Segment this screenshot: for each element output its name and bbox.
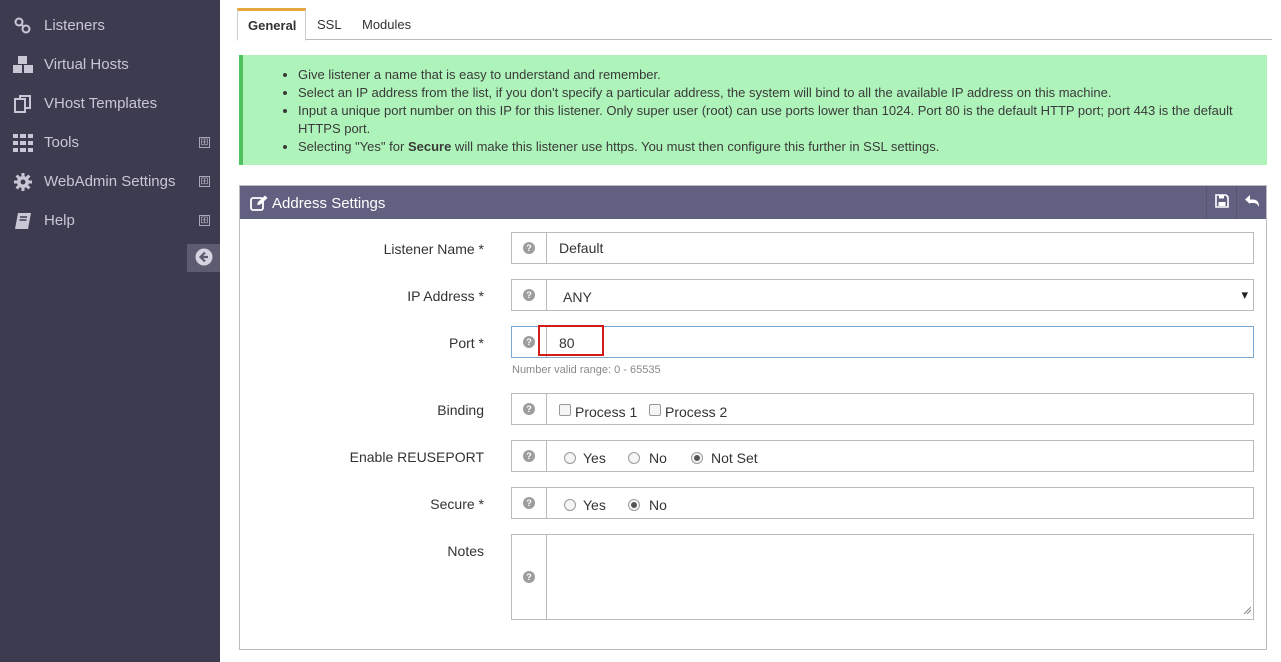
sidebar: Listeners Virtual Hosts VHost Templates … (0, 0, 220, 662)
info-item: Select an IP address from the list, if y… (298, 84, 1258, 102)
gear-icon (12, 171, 34, 193)
address-settings-panel: Address Settings Listener Name * ? Defau… (239, 185, 1267, 650)
radio-label: No (649, 450, 667, 466)
tab-label: General (248, 18, 297, 33)
radio-label: Yes (583, 450, 606, 466)
sidebar-item-label: Virtual Hosts (44, 56, 129, 73)
help-icon[interactable]: ? (512, 535, 547, 619)
sidebar-item-virtual-hosts[interactable]: Virtual Hosts (0, 45, 220, 84)
sidebar-item-label: Tools (44, 134, 80, 151)
checkbox-label: Process 1 (575, 404, 638, 420)
reuseport-field: ? Yes No Not Set (511, 440, 1254, 472)
tab-ssl[interactable]: SSL (317, 8, 342, 40)
expand-icon[interactable]: ⊞ (199, 215, 210, 226)
copy-icon (12, 93, 34, 115)
secure-label: Secure * (430, 496, 484, 512)
binding-label: Binding (437, 402, 484, 418)
binding-field: ? Process 1 Process 2 (511, 393, 1254, 425)
sidebar-item-label: VHost Templates (44, 95, 158, 112)
reuseport-no-radio[interactable] (628, 452, 640, 464)
help-icon[interactable]: ? (512, 233, 547, 263)
listener-name-field[interactable]: ? Default (511, 232, 1254, 264)
sidebar-collapse-button[interactable] (187, 244, 220, 272)
panel-title: Address Settings (272, 195, 386, 212)
info-item: Input a unique port number on this IP fo… (298, 102, 1258, 138)
ip-address-value: ANY (563, 289, 592, 305)
port-input[interactable]: ? 80 (511, 325, 1254, 358)
sidebar-item-vhost-templates[interactable]: VHost Templates (0, 84, 220, 123)
cubes-icon (12, 54, 34, 76)
notes-label: Notes (447, 543, 484, 559)
chevron-down-icon: ▾ (1241, 287, 1248, 302)
sidebar-item-webadmin-settings[interactable]: WebAdmin Settings ⊞ (0, 162, 220, 201)
tab-label: Modules (362, 16, 412, 32)
radio-label: No (649, 497, 667, 513)
highlight-box (538, 325, 604, 356)
info-box: Give listener a name that is easy to und… (239, 55, 1267, 165)
expand-icon[interactable]: ⊞ (199, 176, 210, 187)
save-icon (1214, 194, 1229, 211)
sidebar-item-label: Help (44, 212, 75, 229)
notes-textarea[interactable]: ? (511, 534, 1254, 620)
radio-label: Yes (583, 497, 606, 513)
book-icon (12, 210, 34, 232)
listener-name-value: Default (559, 240, 604, 256)
reuseport-label: Enable REUSEPORT (349, 449, 484, 465)
sidebar-item-listeners[interactable]: Listeners (0, 6, 220, 45)
expand-icon[interactable]: ⊞ (199, 137, 210, 148)
tab-modules[interactable]: Modules (362, 8, 411, 40)
radio-label: Not Set (711, 450, 758, 466)
port-hint: Number valid range: 0 - 65535 (512, 364, 661, 376)
save-button[interactable] (1206, 186, 1236, 219)
resize-handle-icon[interactable] (1243, 602, 1252, 617)
process-1-checkbox[interactable] (559, 404, 571, 416)
info-item: Give listener a name that is easy to und… (298, 66, 1258, 84)
info-item: Selecting "Yes" for Secure will make thi… (298, 138, 1258, 156)
grid-icon (12, 132, 34, 154)
sidebar-item-tools[interactable]: Tools ⊞ (0, 123, 220, 162)
process-2-checkbox[interactable] (649, 404, 661, 416)
sidebar-item-help[interactable]: Help ⊞ (0, 201, 220, 240)
checkbox-label: Process 2 (665, 404, 728, 420)
help-icon[interactable]: ? (512, 441, 547, 471)
reuseport-not-set-radio[interactable] (691, 452, 703, 464)
reuseport-yes-radio[interactable] (564, 452, 576, 464)
undo-icon (1244, 194, 1260, 211)
back-button[interactable] (1236, 186, 1266, 219)
help-icon[interactable]: ? (512, 488, 547, 518)
port-label: Port * (448, 335, 484, 351)
link-icon (12, 15, 34, 37)
panel-header: Address Settings (240, 186, 1266, 219)
edit-icon (250, 195, 268, 214)
tab-label: SSL (317, 16, 342, 32)
help-icon[interactable]: ? (512, 394, 547, 424)
sidebar-item-label: WebAdmin Settings (44, 173, 176, 190)
arrow-left-circle-icon (195, 248, 213, 269)
listener-name-label: Listener Name * (383, 241, 484, 257)
tab-general[interactable]: General (237, 8, 306, 41)
secure-no-radio[interactable] (628, 499, 640, 511)
secure-yes-radio[interactable] (564, 499, 576, 511)
ip-address-select[interactable]: ? ANY ▾ (511, 279, 1254, 311)
help-icon[interactable]: ? (512, 280, 547, 310)
sidebar-item-label: Listeners (44, 17, 105, 34)
ip-address-label: IP Address * (407, 288, 484, 304)
tab-bar: General SSL Modules (237, 8, 1272, 41)
secure-field: ? Yes No (511, 487, 1254, 519)
